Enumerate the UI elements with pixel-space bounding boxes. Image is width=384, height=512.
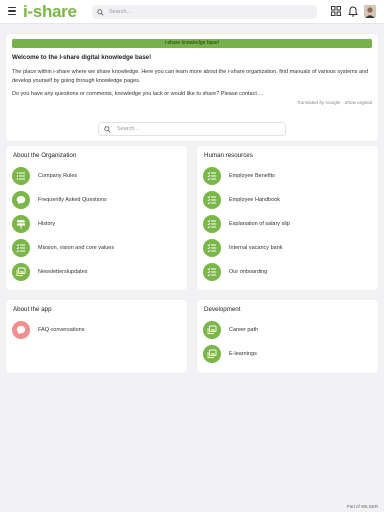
- list-item-employee-handbook[interactable]: Employee Handbook: [203, 191, 373, 209]
- checklist-icon: [203, 215, 221, 233]
- search-icon: [97, 8, 104, 16]
- list-item-e-learnings[interactable]: E-learnings: [203, 345, 373, 363]
- footer-credit: Part of WILDER: [346, 504, 378, 509]
- knowledge-base-banner: i-share knowledge base!: [12, 39, 372, 48]
- notifications-bell-icon[interactable]: [348, 6, 358, 17]
- list-item-faq-conversations[interactable]: FAQ conversations: [12, 321, 182, 339]
- welcome-paragraph-1: The place within i-share where we share …: [12, 69, 369, 84]
- chat-bubble-icon: [12, 191, 30, 209]
- section-title: Human resources: [204, 152, 253, 159]
- app-logo[interactable]: i-share: [23, 2, 77, 22]
- translation-note[interactable]: Translated by Google - Show original: [297, 100, 372, 105]
- section-human-resources: Human resources Employee Benefits Employ…: [197, 146, 378, 290]
- section-development: Development Career path E-learnings: [197, 300, 378, 373]
- section-about-app: About the app FAQ conversations: [6, 300, 187, 373]
- top-search-input[interactable]: [109, 9, 309, 15]
- list-item-faq[interactable]: Frequently Asked Questions: [12, 191, 182, 209]
- list-icon: [12, 167, 30, 185]
- list-item-newsletters[interactable]: Newsletterslupdates: [12, 263, 182, 281]
- signpost-icon: [12, 215, 30, 233]
- apps-grid-icon[interactable]: [331, 6, 341, 16]
- section-about-organization: About the Organization Company Rules Fre…: [6, 146, 187, 290]
- list-item-label: Employee Benefits: [229, 173, 275, 179]
- photo-library-icon: [203, 345, 221, 363]
- checklist-icon: [203, 263, 221, 281]
- section-title: About the Organization: [13, 152, 77, 159]
- top-bar: i-share: [0, 0, 384, 24]
- list-item-history[interactable]: History: [12, 215, 182, 233]
- list-item-label: Explanation of salary slip: [229, 221, 290, 227]
- list-item-label: Newsletterslupdates: [38, 269, 88, 275]
- checklist-icon: [203, 191, 221, 209]
- list-item-label: Internal vacancy bank: [229, 245, 283, 251]
- user-avatar-icon[interactable]: [364, 5, 376, 18]
- list-item-employee-benefits[interactable]: Employee Benefits: [203, 167, 373, 185]
- list-item-career-path[interactable]: Career path: [203, 321, 373, 339]
- search-icon: [104, 125, 111, 133]
- list-item-company-rules[interactable]: Company Rules: [12, 167, 182, 185]
- welcome-paragraph-2: Do you have any questions or comments, k…: [12, 91, 263, 97]
- welcome-title: Welcome to the I-share digital knowledge…: [12, 54, 152, 61]
- hamburger-menu-icon[interactable]: [8, 7, 16, 16]
- photo-library-icon: [203, 321, 221, 339]
- list-item-label: Mission, vision and core values: [38, 245, 115, 251]
- checklist-icon: [203, 239, 221, 257]
- chat-bubble-icon: [12, 321, 30, 339]
- list-item-label: E-learnings: [229, 351, 257, 357]
- list-item-label: Company Rules: [38, 173, 78, 179]
- list-item-vacancy-bank[interactable]: Internal vacancy bank: [203, 239, 373, 257]
- list-item-label: History: [38, 221, 56, 227]
- list-item-label: FAQ conversations: [38, 327, 85, 333]
- list-item-label: Our onboarding: [229, 269, 268, 275]
- list-item-onboarding[interactable]: Our onboarding: [203, 263, 373, 281]
- list-item-label: Career path: [229, 327, 259, 333]
- section-title: About the app: [13, 306, 52, 313]
- section-title: Development: [204, 306, 241, 313]
- list-item-label: Employee Handbook: [229, 197, 281, 203]
- knowledge-search-field[interactable]: [98, 122, 286, 136]
- list-item-mission-vision[interactable]: Mission, vision and core values: [12, 239, 182, 257]
- top-search-field[interactable]: [92, 5, 317, 19]
- checklist-icon: [12, 239, 30, 257]
- photo-library-icon: [12, 263, 30, 281]
- checklist-icon: [203, 167, 221, 185]
- list-item-salary-slip[interactable]: Explanation of salary slip: [203, 215, 373, 233]
- knowledge-search-input[interactable]: [117, 126, 282, 132]
- list-item-label: Frequently Asked Questions: [38, 197, 107, 203]
